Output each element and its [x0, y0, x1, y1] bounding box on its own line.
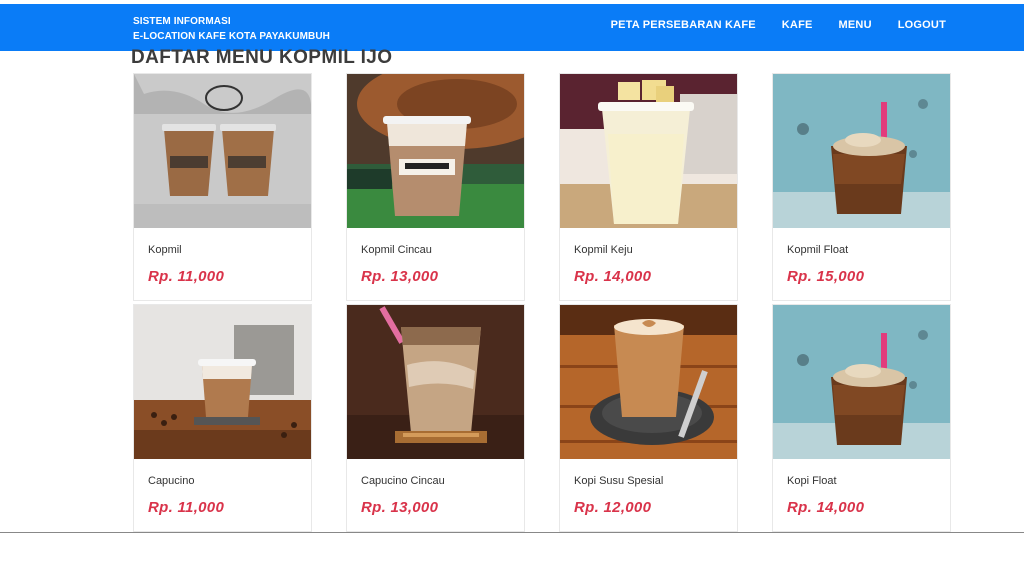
menu-item-price: Rp. 13,000	[361, 499, 439, 516]
menu-item-name: Capucino	[148, 475, 195, 487]
nav-menu: PETA PERSEBARAN KAFE KAFE MENU LOGOUT	[611, 19, 946, 31]
top-navbar: SISTEM INFORMASI E-LOCATION KAFE KOTA PA…	[0, 4, 1024, 51]
menu-item-price: Rp. 13,000	[361, 268, 439, 285]
menu-card[interactable]: Kopi Susu Spesial Rp. 12,000	[559, 304, 738, 532]
menu-item-price: Rp. 15,000	[787, 268, 865, 285]
two-iced-coffee-cups-image	[134, 74, 311, 228]
menu-card[interactable]: Kopmil Float Rp. 15,000	[772, 73, 951, 301]
menu-item-name: Kopi Float	[787, 475, 837, 487]
menu-item-price: Rp. 14,000	[787, 499, 865, 516]
menu-item-price: Rp. 11,000	[148, 268, 225, 285]
float-drink-image	[773, 305, 950, 459]
page-title: DAFTAR MENU KOPMIL IJO	[131, 47, 393, 67]
menu-card[interactable]: Capucino Rp. 11,000	[133, 304, 312, 532]
menu-item-price: Rp. 11,000	[148, 499, 225, 516]
nav-peta-persebaran-kafe[interactable]: PETA PERSEBARAN KAFE	[611, 19, 756, 31]
page-bottom-divider	[0, 532, 1024, 533]
menu-item-name: Kopi Susu Spesial	[574, 475, 664, 487]
menu-item-name: Capucino Cincau	[361, 475, 445, 487]
cheese-drink-image	[560, 74, 737, 228]
nav-kafe[interactable]: KAFE	[782, 19, 813, 31]
menu-item-name: Kopmil Cincau	[361, 244, 432, 256]
brand-line-2: E-LOCATION KAFE KOTA PAYAKUMBUH	[133, 31, 330, 42]
iced-capucino-straw-image	[347, 305, 524, 459]
nav-menu[interactable]: MENU	[839, 19, 872, 31]
nav-logout[interactable]: LOGOUT	[898, 19, 946, 31]
menu-grid: Kopmil Rp. 11,000 Kopmil Cincau Rp. 13,0…	[133, 73, 951, 533]
menu-card[interactable]: Kopi Float Rp. 14,000	[772, 304, 951, 532]
iced-coffee-guitar-image	[347, 74, 524, 228]
menu-card[interactable]: Kopmil Cincau Rp. 13,000	[346, 73, 525, 301]
menu-card[interactable]: Kopmil Keju Rp. 14,000	[559, 73, 738, 301]
menu-item-price: Rp. 12,000	[574, 499, 652, 516]
float-drink-image	[773, 74, 950, 228]
menu-item-name: Kopmil Float	[787, 244, 849, 256]
brand[interactable]: SISTEM INFORMASI E-LOCATION KAFE KOTA PA…	[133, 14, 330, 44]
menu-item-price: Rp. 14,000	[574, 268, 652, 285]
latte-art-glass-image	[560, 305, 737, 459]
menu-item-name: Kopmil	[148, 244, 182, 256]
brand-line-1: SISTEM INFORMASI	[133, 16, 231, 27]
menu-card[interactable]: Kopmil Rp. 11,000	[133, 73, 312, 301]
menu-item-name: Kopmil Keju	[574, 244, 633, 256]
menu-card[interactable]: Capucino Cincau Rp. 13,000	[346, 304, 525, 532]
capucino-beans-image	[134, 305, 311, 459]
